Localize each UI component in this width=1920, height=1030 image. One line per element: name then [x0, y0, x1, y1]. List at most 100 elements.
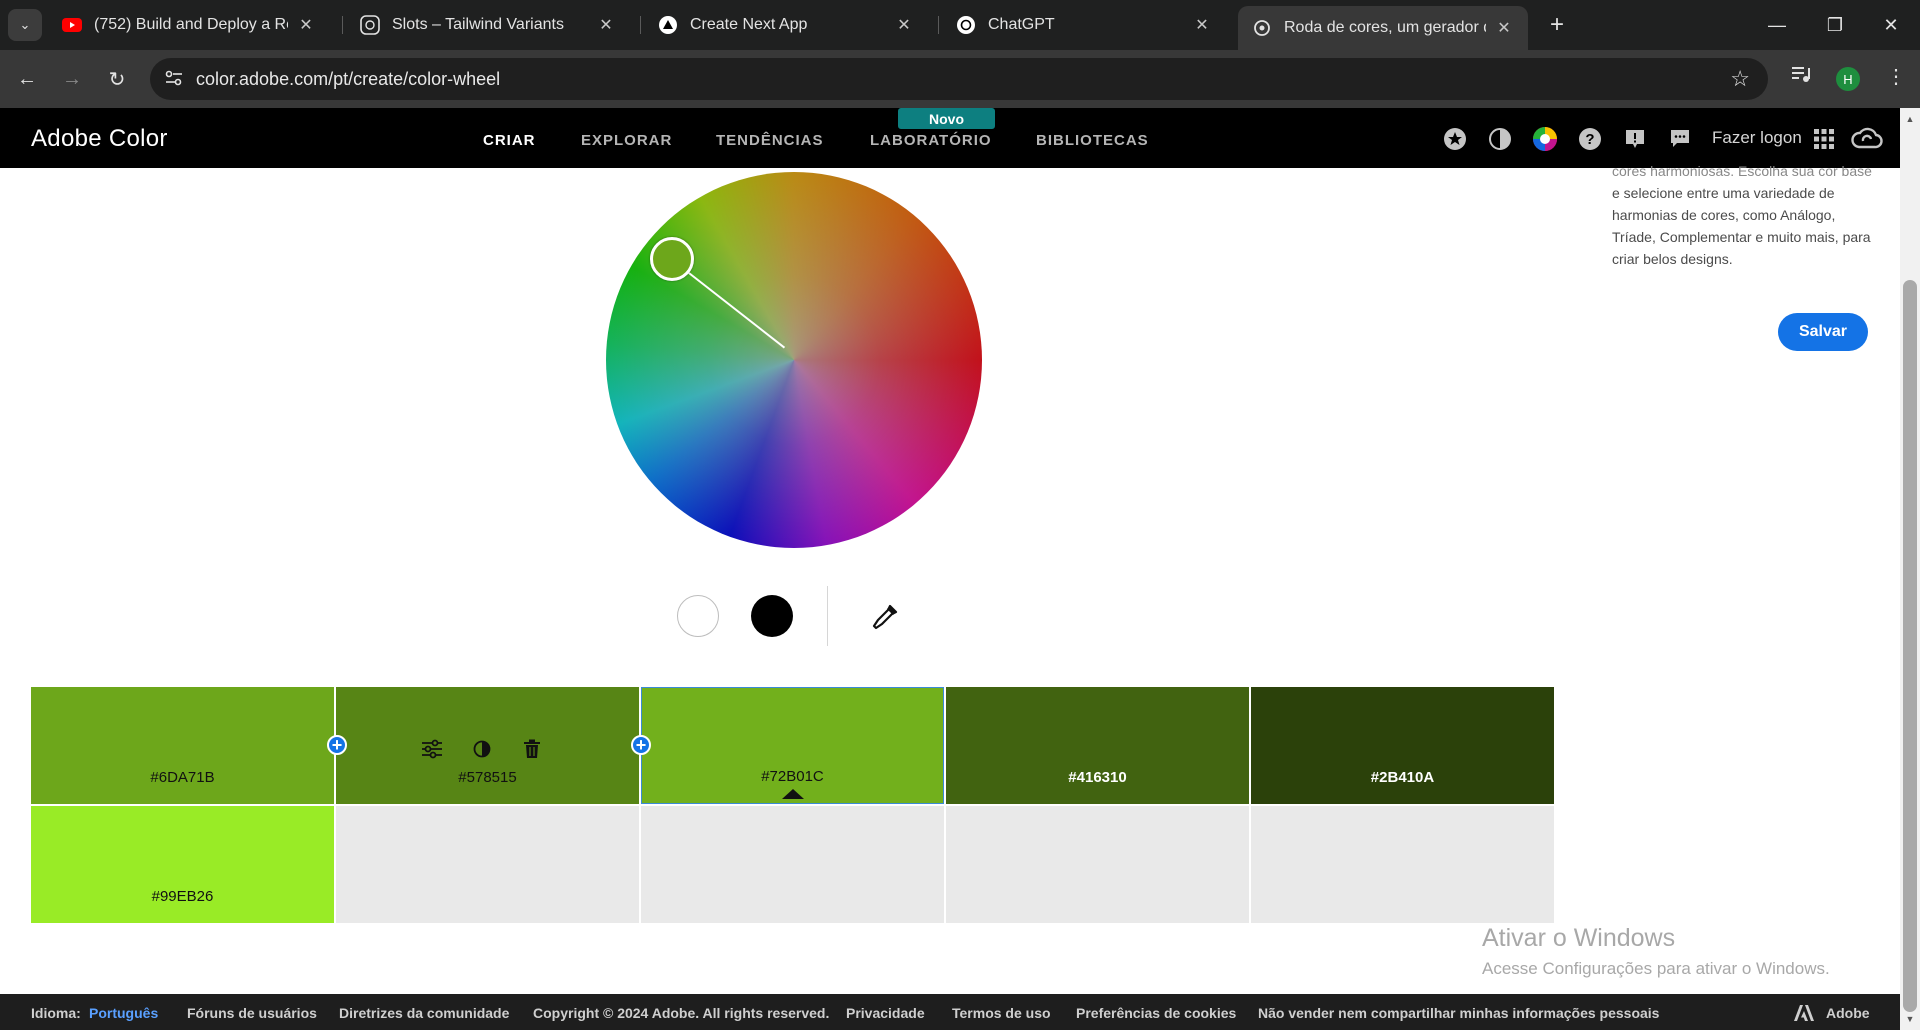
window-close-icon[interactable]: ✕: [1862, 0, 1920, 50]
tool-divider: [827, 586, 828, 646]
description-line: criar belos designs.: [1612, 251, 1733, 267]
brightness-black-button[interactable]: [751, 595, 793, 637]
swatch-3-base[interactable]: #72B01C: [641, 687, 944, 804]
trash-icon[interactable]: [520, 737, 544, 761]
swatch-hex[interactable]: #2B410A: [1251, 769, 1554, 786]
swatch-6[interactable]: #99EB26: [31, 806, 334, 923]
adobe-color-logo[interactable]: Adobe Color: [31, 125, 168, 153]
swatch-1[interactable]: #6DA71B: [31, 687, 334, 804]
profile-avatar[interactable]: H: [1836, 67, 1860, 91]
footer-link-terms[interactable]: Termos de uso: [952, 1005, 1051, 1021]
empty-swatch: [336, 806, 639, 923]
color-wheel-icon[interactable]: [1532, 126, 1558, 152]
apps-grid-icon[interactable]: [1811, 126, 1837, 152]
swatch-hex[interactable]: #99EB26: [31, 888, 334, 905]
creative-cloud-icon[interactable]: [1850, 126, 1884, 152]
restore-icon[interactable]: ❐: [1806, 0, 1864, 50]
add-swatch-button[interactable]: +: [631, 735, 651, 755]
footer-link-cookies[interactable]: Preferências de cookies: [1076, 1005, 1236, 1021]
nav-tendencias[interactable]: TENDÊNCIAS: [716, 132, 824, 149]
empty-swatch: [641, 806, 944, 923]
nav-bibliotecas[interactable]: BIBLIOTECAS: [1036, 132, 1149, 149]
description-line: cores harmoniosas. Escolha sua cor base: [1612, 163, 1872, 179]
tab-title: (752) Build and Deploy a Realtim: [94, 16, 288, 33]
back-icon[interactable]: ←: [11, 63, 43, 95]
browser-tab-bar: ⌄ (752) Build and Deploy a Realtim ✕ Slo…: [0, 0, 1920, 50]
url-text: color.adobe.com/pt/create/color-wheel: [196, 69, 501, 89]
tab-create-next-app[interactable]: Create Next App ✕: [644, 8, 928, 42]
reload-icon[interactable]: ↻: [101, 63, 133, 95]
scroll-down-icon[interactable]: ▼: [1903, 1012, 1917, 1026]
footer-link-forums[interactable]: Fóruns de usuários: [187, 1005, 317, 1021]
swatch-hex[interactable]: #578515: [336, 769, 639, 786]
adobe-logo-icon[interactable]: [1794, 1005, 1814, 1021]
swatch-4[interactable]: #416310: [946, 687, 1249, 804]
tab-search-icon[interactable]: ⌄: [8, 9, 42, 41]
brightness-white-button[interactable]: [677, 595, 719, 637]
tab-chatgpt[interactable]: ChatGPT ✕: [942, 8, 1226, 42]
windows-activation-subtitle: Acesse Configurações para ativar o Windo…: [1482, 959, 1830, 978]
footer-link-do-not-sell[interactable]: Não vender nem compartilhar minhas infor…: [1258, 1005, 1659, 1021]
eyedropper-icon[interactable]: [870, 602, 900, 632]
address-bar-row: ← → ↻ color.adobe.com/pt/create/color-wh…: [0, 50, 1920, 108]
tab-divider: [640, 16, 641, 34]
swatch-5[interactable]: #2B410A: [1251, 687, 1554, 804]
feedback-icon[interactable]: [1667, 126, 1693, 152]
new-tab-button[interactable]: +: [1542, 10, 1572, 40]
windows-activation-title: Ativar o Windows: [1482, 924, 1676, 952]
minimize-icon[interactable]: —: [1748, 0, 1806, 50]
add-swatch-button[interactable]: +: [327, 735, 347, 755]
favorites-icon[interactable]: [1442, 126, 1468, 152]
tab-title: Slots – Tailwind Variants: [392, 16, 564, 33]
close-icon[interactable]: ✕: [1494, 18, 1514, 38]
tab-tailwind-variants[interactable]: Slots – Tailwind Variants ✕: [346, 8, 630, 42]
browser-menu-icon[interactable]: ⋮: [1886, 64, 1906, 89]
footer-link-guidelines[interactable]: Diretrizes da comunidade: [339, 1005, 509, 1021]
color-wheel[interactable]: [606, 172, 982, 548]
description-line: Tríade, Complementar e muito mais, para: [1612, 229, 1871, 245]
wheel-color-handle[interactable]: [650, 237, 694, 281]
nav-laboratorio[interactable]: LABORATÓRIO: [870, 132, 992, 149]
swatch-hex[interactable]: #6DA71B: [31, 769, 334, 786]
url-bar[interactable]: color.adobe.com/pt/create/color-wheel ☆: [150, 58, 1768, 100]
close-icon[interactable]: ✕: [894, 15, 914, 35]
svg-text:?: ?: [1585, 131, 1594, 148]
help-icon[interactable]: ?: [1577, 126, 1603, 152]
alert-icon[interactable]: [1622, 126, 1648, 152]
tab-title: Create Next App: [690, 16, 808, 33]
tab-divider: [342, 16, 343, 34]
save-button[interactable]: Salvar: [1778, 313, 1868, 351]
site-settings-icon[interactable]: [164, 69, 186, 89]
tab-divider: [938, 16, 939, 34]
harmony-description: cores harmoniosas. Escolha sua cor base …: [1612, 160, 1874, 270]
swatch-hex[interactable]: #72B01C: [642, 768, 943, 785]
empty-swatch: [1251, 806, 1554, 923]
media-control-icon[interactable]: [1790, 64, 1812, 90]
close-icon[interactable]: ✕: [296, 15, 316, 35]
footer-link-privacy[interactable]: Privacidade: [846, 1005, 925, 1021]
adobe-footer-label[interactable]: Adobe: [1826, 1005, 1870, 1021]
scroll-up-icon[interactable]: ▲: [1903, 112, 1917, 126]
scrollbar-thumb[interactable]: [1903, 280, 1917, 1012]
language-label: Idioma:: [31, 1005, 81, 1021]
base-color-marker-icon: [782, 789, 804, 799]
close-icon[interactable]: ✕: [1192, 15, 1212, 35]
nav-criar[interactable]: CRIAR: [483, 132, 536, 149]
shade-icon[interactable]: [470, 737, 494, 761]
forward-icon[interactable]: →: [56, 63, 88, 95]
sliders-icon[interactable]: [420, 737, 444, 761]
bookmark-star-icon[interactable]: ☆: [1730, 66, 1750, 92]
nav-explorar[interactable]: EXPLORAR: [581, 132, 672, 149]
language-selector[interactable]: Português: [89, 1005, 158, 1021]
new-badge: Novo: [898, 108, 995, 129]
login-link[interactable]: Fazer logon: [1712, 128, 1802, 148]
swatch-hex[interactable]: #416310: [946, 769, 1249, 786]
tab-adobe-color[interactable]: Roda de cores, um gerador de p ✕: [1238, 6, 1528, 50]
tab-youtube[interactable]: (752) Build and Deploy a Realtim ✕: [48, 8, 330, 42]
close-icon[interactable]: ✕: [596, 15, 616, 35]
openai-icon: [360, 15, 380, 35]
swatch-2[interactable]: #578515: [336, 687, 639, 804]
openai-icon: [956, 15, 976, 35]
accessibility-icon[interactable]: [1487, 126, 1513, 152]
tab-title: ChatGPT: [988, 16, 1055, 33]
